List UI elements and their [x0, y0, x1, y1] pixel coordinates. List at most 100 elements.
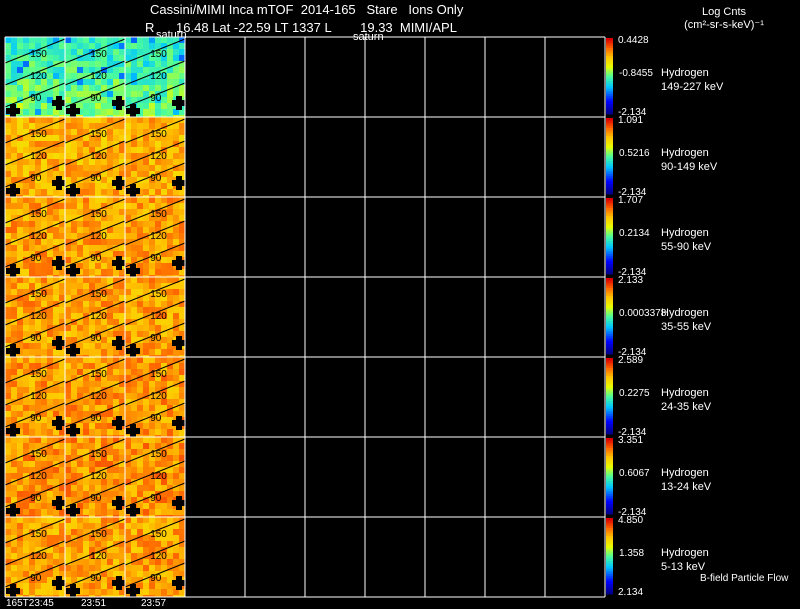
heatmap-cell	[65, 227, 72, 234]
heatmap-cell	[131, 283, 138, 290]
heatmap-cell	[5, 233, 12, 240]
heatmap-cell	[23, 541, 30, 548]
heatmap-cell	[23, 479, 30, 486]
heatmap-cell	[167, 437, 174, 444]
heatmap-cell	[179, 547, 186, 554]
heatmap-cell	[167, 233, 174, 240]
heatmap-cell	[113, 479, 120, 486]
heatmap-cell	[119, 547, 126, 554]
heatmap-cell	[29, 301, 36, 308]
heatmap-cell	[95, 405, 102, 412]
heatmap-cell	[119, 523, 126, 530]
heatmap-cell	[65, 491, 72, 498]
heatmap-cell	[47, 197, 54, 204]
heatmap-cell	[179, 405, 186, 412]
spacecraft-marker	[56, 176, 62, 190]
heatmap-cell	[23, 491, 30, 498]
heatmap-cell	[167, 589, 174, 596]
heatmap-cell	[41, 423, 48, 430]
heatmap-cell	[53, 523, 60, 530]
heatmap-cell	[155, 381, 162, 388]
heatmap-cell	[77, 517, 84, 524]
heatmap-cell	[179, 523, 186, 530]
heatmap-cell	[119, 529, 126, 536]
pitch-angle-label: 120	[90, 151, 107, 162]
heatmap-cell	[95, 221, 102, 228]
heatmap-cell	[47, 571, 54, 578]
heatmap-cell	[53, 55, 60, 62]
colorbar-segment	[606, 591, 613, 595]
heatmap-cell	[59, 325, 66, 332]
heatmap-cell	[167, 319, 174, 326]
heatmap-cell	[95, 269, 102, 276]
heatmap-cell	[11, 203, 18, 210]
heatmap-cell	[173, 67, 180, 74]
heatmap-cell	[23, 109, 30, 116]
heatmap-cell	[53, 239, 60, 246]
heatmap-cell	[71, 529, 78, 536]
heatmap-cell	[143, 221, 150, 228]
heatmap-cell	[173, 55, 180, 62]
heatmap-cell	[5, 523, 12, 530]
colorbar-segment	[606, 111, 613, 115]
heatmap-cell	[11, 443, 18, 450]
heatmap-cell	[125, 517, 132, 524]
spacecraft-marker	[176, 576, 182, 590]
heatmap-cell	[71, 141, 78, 148]
colorbar-mid-label: 0.2275	[619, 388, 650, 399]
heatmap-cell	[125, 153, 132, 160]
heatmap-cell	[155, 437, 162, 444]
heatmap-cell	[59, 473, 66, 480]
heatmap-cell	[155, 541, 162, 548]
pitch-angle-label: 150	[150, 369, 167, 380]
heatmap-cell	[5, 443, 12, 450]
heatmap-cell	[17, 571, 24, 578]
heatmap-cell	[89, 61, 96, 68]
pitch-angle-label: 150	[90, 449, 107, 460]
heatmap-cell	[131, 411, 138, 418]
heatmap-cell	[137, 49, 144, 56]
heatmap-cell	[107, 313, 114, 320]
heatmap-cell	[161, 277, 168, 284]
heatmap-cell	[155, 301, 162, 308]
heatmap-cell	[173, 135, 180, 142]
heatmap-cell	[59, 129, 66, 136]
heatmap-cell	[23, 283, 30, 290]
heatmap-cell	[47, 429, 54, 436]
heatmap-cell	[119, 455, 126, 462]
pitch-angle-label: 150	[150, 209, 167, 220]
heatmap-cell	[131, 529, 138, 536]
heatmap-cell	[11, 529, 18, 536]
heatmap-cell	[143, 325, 150, 332]
heatmap-cell	[95, 117, 102, 124]
heatmap-cell	[125, 491, 132, 498]
heatmap-cell	[5, 97, 12, 104]
heatmap-cell	[107, 135, 114, 142]
heatmap-cell	[29, 349, 36, 356]
heatmap-cell	[131, 203, 138, 210]
heatmap-cell	[155, 141, 162, 148]
heatmap-cell	[107, 491, 114, 498]
heatmap-cell	[113, 55, 120, 62]
heatmap-cell	[101, 337, 108, 344]
heatmap-cell	[17, 61, 24, 68]
heatmap-cell	[113, 313, 120, 320]
heatmap-cell	[149, 565, 156, 572]
heatmap-cell	[89, 485, 96, 492]
heatmap-cell	[11, 393, 18, 400]
heatmap-cell	[83, 491, 90, 498]
heatmap-cell	[137, 209, 144, 216]
heatmap-cell	[83, 541, 90, 548]
heatmap-cell	[47, 289, 54, 296]
spacecraft-marker	[10, 104, 16, 118]
heatmap-cell	[83, 455, 90, 462]
heatmap-cell	[23, 589, 30, 596]
heatmap-cell	[65, 67, 72, 74]
heatmap-cell	[5, 91, 12, 98]
heatmap-cell	[53, 559, 60, 566]
heatmap-cell	[53, 283, 60, 290]
heatmap-cell	[137, 405, 144, 412]
heatmap-cell	[41, 517, 48, 524]
heatmap-cell	[179, 485, 186, 492]
heatmap-cell	[137, 141, 144, 148]
